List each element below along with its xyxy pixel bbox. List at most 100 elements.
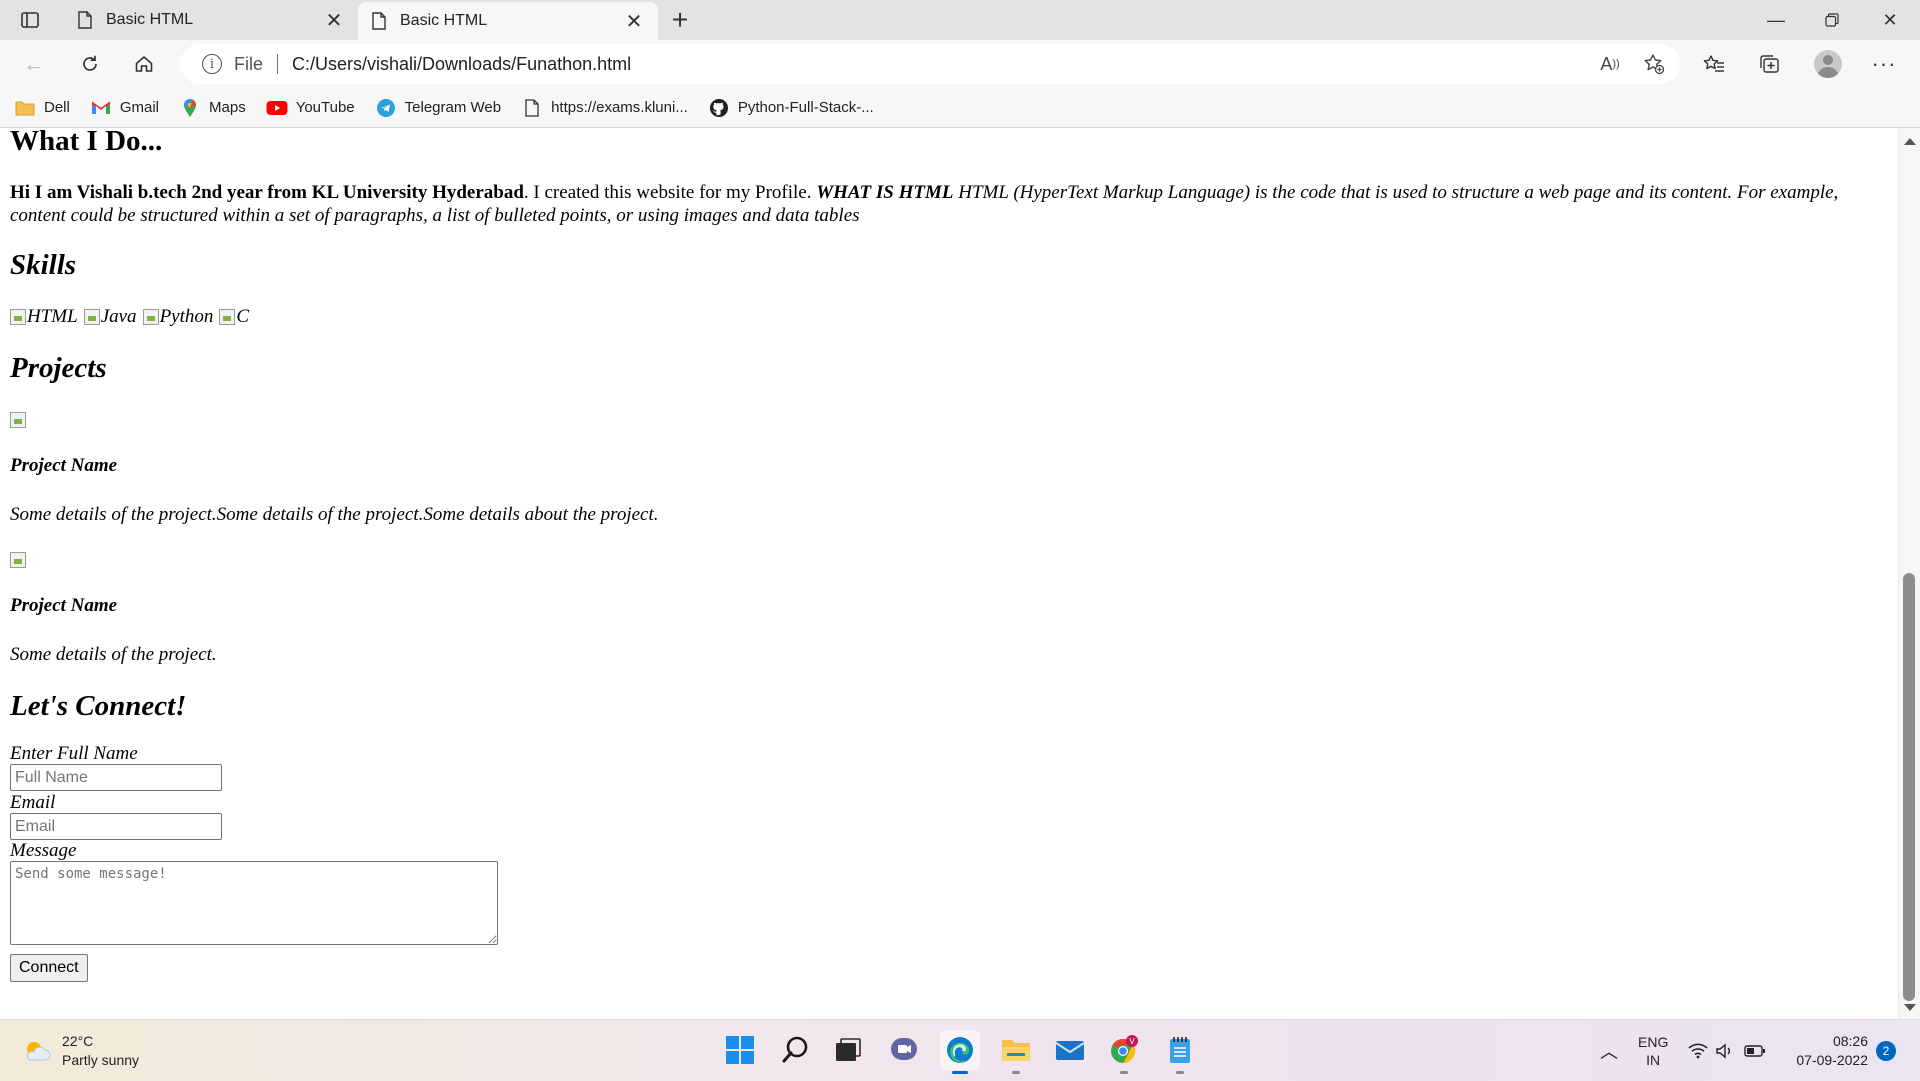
show-hidden-icons-button[interactable]: ︿ [1600,1020,1618,1081]
back-button[interactable]: ← [16,48,52,80]
project-1-image [10,412,1880,432]
browser-titlebar: Basic HTML ✕ Basic HTML ✕ + — ✕ [0,0,1920,40]
broken-image-icon [219,308,236,325]
bookmark-youtube[interactable]: YouTube [266,98,355,118]
tab-basic-html-2[interactable]: Basic HTML ✕ [358,2,658,40]
minimize-button[interactable]: — [1748,0,1804,40]
close-tab-icon[interactable]: ✕ [324,8,344,33]
bookmark-maps[interactable]: Maps [179,98,246,118]
teams-chat-button[interactable] [884,1030,924,1070]
new-tab-button[interactable]: + [664,4,696,36]
message-label: Message [10,840,77,861]
full-name-input[interactable] [10,764,222,791]
start-button[interactable] [720,1030,760,1070]
favorites-button[interactable] [1696,48,1732,80]
bookmark-label: Gmail [119,99,160,116]
weather-temperature: 22°C [62,1033,94,1049]
scrollbar-thumb[interactable] [1903,573,1915,1001]
bookmark-telegram[interactable]: Telegram Web [375,98,501,118]
notifications-button[interactable]: 2 [1876,1020,1896,1081]
message-textarea[interactable] [10,861,498,945]
plus-icon: + [671,4,689,35]
back-arrow-icon: ← [23,51,45,76]
language-code: ENG [1638,1033,1669,1050]
restore-button[interactable] [1804,0,1860,40]
edge-taskbar-button[interactable] [940,1030,980,1074]
folder-icon [1002,1040,1030,1061]
mail-icon [1055,1041,1085,1060]
address-url[interactable]: C:/Users/vishali/Downloads/Funathon.html [292,54,631,75]
projects-heading: Projects [10,352,107,384]
volume-icon [1716,1043,1730,1058]
notepad-button[interactable] [1160,1030,1200,1074]
connect-button[interactable]: Connect [10,954,88,982]
bookmarks-bar: Dell Gmail Maps YouTube Telegram Web htt… [0,88,1920,128]
page-scrollbar[interactable] [1898,128,1920,1019]
broken-image-icon [10,552,26,568]
close-icon: ✕ [1882,9,1898,30]
broken-image-icon [10,308,26,325]
skill-alt-text: C [236,306,250,327]
active-app-indicator [952,1071,968,1074]
bookmark-exams[interactable]: https://exams.kluni... [521,98,688,118]
profile-button[interactable] [1810,48,1846,80]
browser-toolbar: ← i File C:/Users/vishali/Downloads/Funa… [0,40,1920,88]
home-button[interactable] [126,48,162,80]
task-view-icon [836,1038,861,1061]
skill-image-java: Java [83,305,137,328]
chrome-button[interactable]: V [1104,1030,1144,1074]
add-favorite-icon[interactable] [1636,44,1672,84]
notepad-icon [1170,1037,1190,1063]
tab-actions-button[interactable] [14,8,46,32]
read-aloud-icon[interactable]: A)) [1592,44,1628,84]
bookmark-dell[interactable]: Dell [14,98,70,118]
scroll-down-arrow-icon[interactable] [1904,1004,1916,1011]
address-bar[interactable]: i File C:/Users/vishali/Downloads/Funath… [180,44,1680,84]
site-info-icon[interactable]: i [202,54,222,74]
settings-more-button[interactable]: ··· [1866,48,1902,80]
intro-paragraph: Hi I am Vishali b.tech 2nd year from KL … [10,181,1870,227]
project-2-details: Some details of the project. [10,644,217,665]
search-button[interactable] [775,1030,815,1070]
bookmark-label: Maps [209,99,246,116]
email-input[interactable] [10,813,222,840]
bookmark-python-full-stack[interactable]: Python-Full-Stack-... [708,98,874,118]
edge-icon [947,1037,973,1063]
connect-heading: Let's Connect! [10,690,187,722]
tab-basic-html-1[interactable]: Basic HTML ✕ [64,0,358,40]
refresh-button[interactable] [72,48,108,80]
wifi-icon [1688,1043,1708,1058]
search-icon [782,1036,808,1063]
weather-widget[interactable]: 22°C Partly sunny [22,1032,139,1070]
collections-button[interactable] [1752,48,1788,80]
windows-taskbar: 22°C Partly sunny V ︿ ENG IN 08:26 07-09… [0,1019,1920,1081]
skill-image-c: C [219,305,249,328]
windows-logo-icon [726,1036,754,1064]
bookmark-gmail[interactable]: Gmail [90,98,159,118]
collections-icon [1760,55,1779,73]
skills-heading: Skills [10,249,77,281]
language-indicator[interactable]: ENG IN [1638,1020,1668,1081]
address-scheme: File [234,53,264,74]
project-1-details: Some details of the project.Some details… [10,504,659,525]
task-view-button[interactable] [828,1030,868,1070]
page-viewport: What I Do... Hi I am Vishali b.tech 2nd … [0,128,1898,1019]
close-tab-icon[interactable]: ✕ [624,9,644,34]
scroll-up-arrow-icon[interactable] [1904,138,1916,145]
bookmark-label: https://exams.kluni... [551,99,688,116]
intro-bold-italic-text: WHAT IS HTML [816,182,954,203]
restore-icon [1825,13,1839,27]
file-explorer-button[interactable] [996,1030,1036,1074]
notification-count-badge: 2 [1876,1040,1896,1061]
close-window-button[interactable]: ✕ [1862,0,1918,40]
clock-time: 08:26 [1832,1032,1868,1049]
clock[interactable]: 08:26 07-09-2022 [1780,1020,1868,1081]
chevron-up-icon: ︿ [1600,1041,1618,1062]
network-volume-battery-button[interactable] [1688,1020,1766,1081]
address-divider [277,54,279,74]
intro-bold-text: Hi I am Vishali b.tech 2nd year from KL … [10,182,524,203]
project-1-name: Project Name [10,455,118,476]
maps-pin-icon [179,98,201,118]
mail-button[interactable] [1050,1030,1090,1070]
partly-sunny-icon [27,1042,51,1061]
